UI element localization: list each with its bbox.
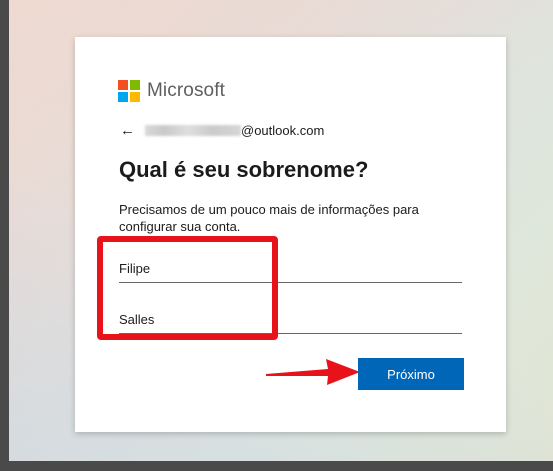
account-identity: ← @outlook.com xyxy=(120,122,324,139)
next-button[interactable]: Próximo xyxy=(358,358,464,390)
red-pointer-arrow-icon xyxy=(266,359,360,385)
microsoft-squares-icon xyxy=(118,80,140,102)
page-description: Precisamos de um pouco mais de informaçõ… xyxy=(119,202,419,234)
red-highlight-box xyxy=(97,236,278,340)
back-arrow-icon[interactable]: ← xyxy=(120,122,135,139)
logo-square-blue xyxy=(118,92,128,102)
screenshot-frame-bottom xyxy=(0,461,553,471)
brand-name: Microsoft xyxy=(147,80,225,101)
screenshot-frame-left xyxy=(0,0,9,471)
blurred-username xyxy=(145,125,241,136)
microsoft-logo: Microsoft xyxy=(118,80,225,102)
logo-square-red xyxy=(118,80,128,90)
logo-square-yellow xyxy=(130,92,140,102)
email-domain: @outlook.com xyxy=(241,123,325,138)
page-title: Qual é seu sobrenome? xyxy=(119,157,369,182)
logo-square-green xyxy=(130,80,140,90)
